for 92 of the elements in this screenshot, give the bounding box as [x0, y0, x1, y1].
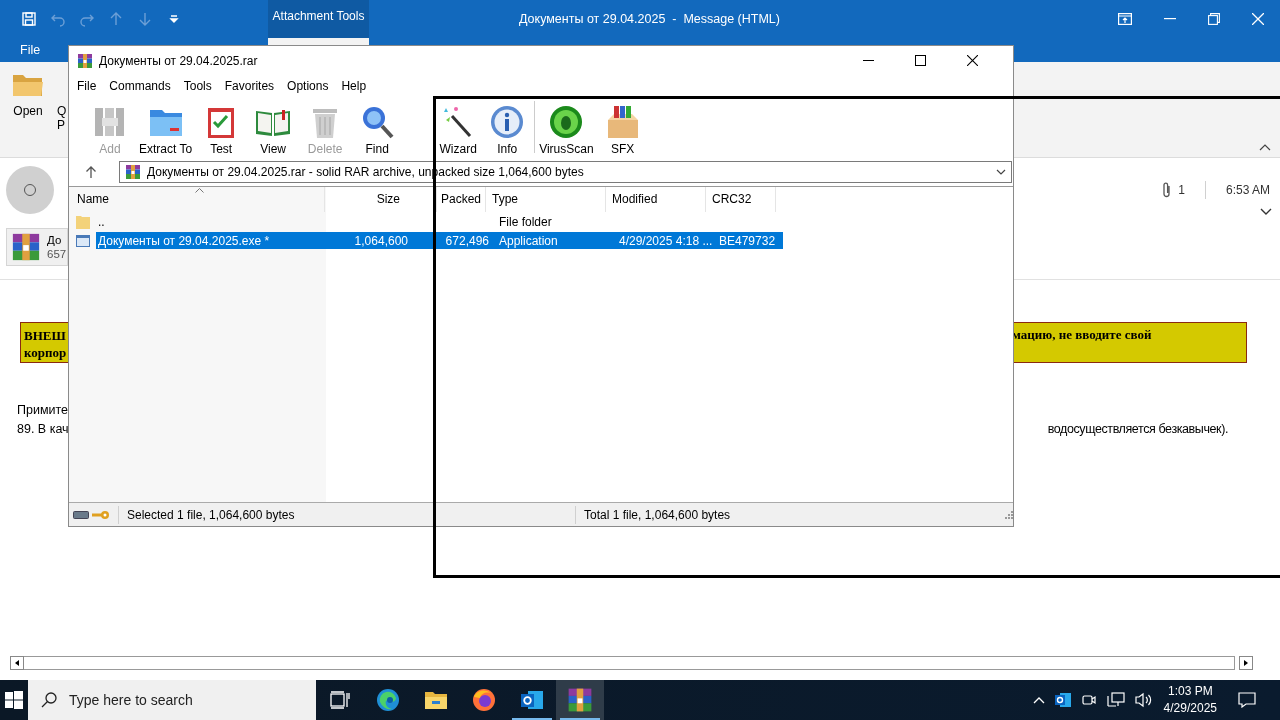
- ribbon-label: Q: [57, 104, 67, 118]
- resize-grip-icon[interactable]: [1004, 510, 1013, 519]
- swirl-icon: [376, 688, 400, 712]
- archive-icon: [11, 232, 41, 262]
- bug-icon: [548, 104, 585, 140]
- column-header[interactable]: Type: [486, 187, 606, 212]
- toolbar-button[interactable]: View: [247, 100, 300, 156]
- contextual-tab-label: Attachment Tools: [272, 8, 365, 25]
- mail-app-icon[interactable]: [1054, 692, 1071, 708]
- ribbon-display-icon[interactable]: [1118, 13, 1132, 25]
- column-header[interactable]: Name: [69, 187, 325, 212]
- scroll-left-icon[interactable]: [10, 656, 24, 670]
- program-icon: [76, 234, 90, 247]
- folder-icon: [12, 72, 44, 98]
- menu-item[interactable]: Tools: [183, 78, 212, 93]
- drive-icon: [73, 510, 89, 519]
- mail-app-icon: [520, 689, 544, 711]
- menu-item[interactable]: Help: [341, 78, 367, 93]
- column-header[interactable]: Packed: [437, 187, 486, 212]
- chevron-up-icon[interactable]: [1032, 696, 1045, 704]
- archive-icon: [125, 164, 141, 180]
- info-icon: [489, 104, 526, 140]
- table-cell: ..: [98, 214, 105, 229]
- ribbon-label: P: [57, 118, 66, 132]
- table-cell: 672,496: [445, 233, 489, 248]
- toolbar-button[interactable]: SFX: [596, 100, 649, 156]
- menu-item[interactable]: Commands: [109, 78, 171, 93]
- fox-icon: [472, 688, 496, 712]
- taskbar-app-button[interactable]: [556, 680, 604, 720]
- maximize-icon[interactable]: [915, 55, 926, 66]
- window-title: Документы от 29.04.2025.rar: [99, 53, 258, 68]
- toolbar-button[interactable]: Find: [351, 100, 404, 156]
- menu-item[interactable]: File: [77, 78, 97, 93]
- archive-icon: [567, 687, 593, 713]
- banner-text: мацию, не вводите свой: [1012, 327, 1152, 342]
- column-header[interactable]: CRC32: [706, 187, 776, 212]
- clock[interactable]: 1:03 PM 4/29/2025: [1163, 683, 1217, 717]
- scrollbar[interactable]: [24, 656, 1235, 670]
- attachment-size: 657: [47, 247, 67, 261]
- volume-icon[interactable]: [1134, 692, 1153, 708]
- toolbar-button[interactable]: Wizard: [435, 100, 482, 156]
- app-icon: [77, 52, 93, 69]
- menu-item[interactable]: Options: [287, 78, 329, 93]
- body-text: 89. В кач: [17, 421, 70, 438]
- folder-icon: [424, 690, 448, 710]
- table-cell: Документы от 29.04.2025.exe *: [98, 233, 270, 248]
- file-row[interactable]: .. File folder: [96, 213, 783, 230]
- up-arrow-icon[interactable]: [85, 166, 97, 178]
- collapse-ribbon-icon[interactable]: [1259, 144, 1271, 151]
- toolbar-button[interactable]: Extract To: [136, 100, 196, 156]
- body-text: водосуществляется безкавычек).: [1047, 421, 1228, 438]
- status-text: Selected 1 file, 1,064,600 bytes: [127, 507, 296, 522]
- window-title: Документы от 29.04.2025 - Message (HTML): [519, 12, 780, 26]
- paperclip-icon: [1162, 182, 1173, 198]
- column-header[interactable]: Modified: [606, 187, 706, 212]
- start-icon[interactable]: [5, 691, 23, 709]
- notification-icon[interactable]: [1238, 692, 1256, 708]
- received-time: 6:53 AM: [1225, 183, 1270, 197]
- table-cell: Application: [499, 233, 558, 248]
- attachment-card[interactable]: До 657: [6, 228, 68, 266]
- table-cell: 1,064,600: [354, 233, 408, 248]
- file-row[interactable]: Документы от 29.04.2025.exe * 1,064,600 672,496 Application 4/29/2025 4:18 ... BE479732: [96, 232, 783, 249]
- table-cell: File folder: [499, 214, 552, 229]
- toolbar-button[interactable]: Test: [195, 100, 248, 156]
- file-tab[interactable]: File: [20, 43, 41, 57]
- restore-icon[interactable]: [1208, 13, 1220, 25]
- task-view-icon: [330, 691, 350, 709]
- status-text: Total 1 file, 1,064,600 bytes: [584, 507, 731, 522]
- table-cell: 4/29/2025 4:18 ...: [619, 233, 713, 248]
- menu-item[interactable]: Favorites: [224, 78, 275, 93]
- attachment-count: 1: [1178, 183, 1185, 197]
- key-icon: [92, 509, 110, 520]
- scroll-right-icon[interactable]: [1239, 656, 1253, 670]
- search-icon: [41, 692, 57, 708]
- toolbar-button[interactable]: VirusScan: [536, 100, 597, 156]
- body-text: Примите: [17, 402, 70, 419]
- dropdown-icon: [996, 169, 1006, 175]
- search-field[interactable]: Type here to search: [28, 680, 316, 720]
- expand-icon[interactable]: [1260, 208, 1272, 215]
- banner-text: корпор: [24, 344, 67, 361]
- attachment-name: До: [47, 233, 63, 247]
- sort-caret-icon: [195, 188, 204, 193]
- network-icon[interactable]: [1106, 692, 1125, 708]
- minimize-icon[interactable]: [1164, 18, 1176, 20]
- save-icon[interactable]: [21, 11, 37, 27]
- banner-text: ВНЕШ: [24, 327, 67, 344]
- close-icon[interactable]: [967, 55, 978, 66]
- table-cell: BE479732: [719, 233, 776, 248]
- avatar: [6, 166, 54, 214]
- camera-icon[interactable]: [1080, 692, 1097, 708]
- open-button[interactable]: Open: [12, 72, 44, 118]
- toolbar-button[interactable]: Info: [481, 100, 534, 156]
